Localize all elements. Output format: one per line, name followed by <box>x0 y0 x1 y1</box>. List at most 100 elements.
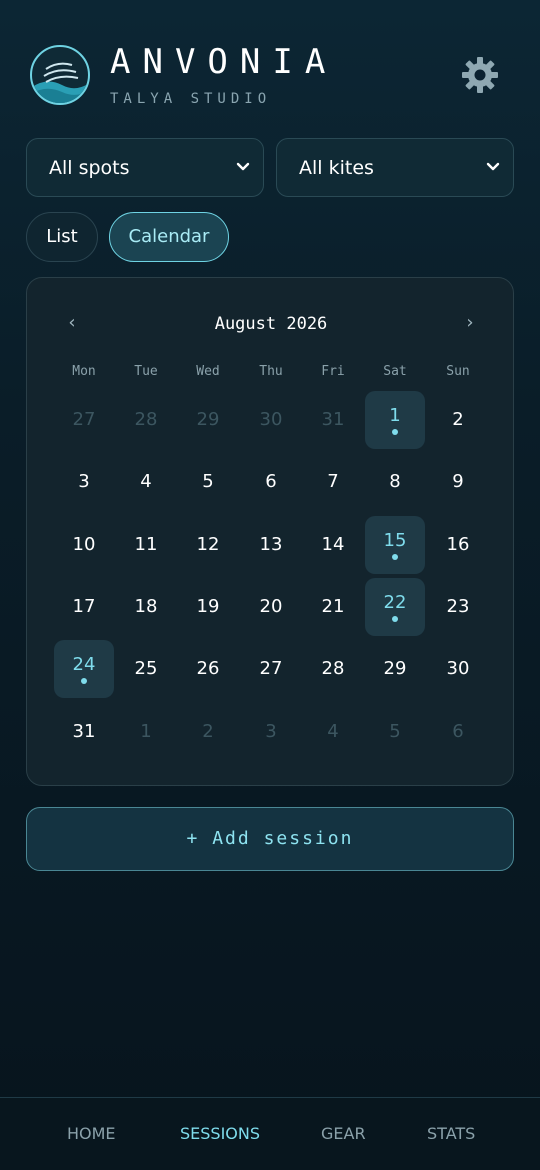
day-number: 2 <box>452 409 464 430</box>
calendar-day[interactable]: 26 <box>178 640 238 698</box>
calendar-day[interactable]: 27 <box>54 391 114 449</box>
day-number: 13 <box>259 534 283 555</box>
calendar-day[interactable]: 18 <box>116 578 176 636</box>
calendar-day[interactable]: 4 <box>116 453 176 511</box>
calendar-day[interactable]: 7 <box>303 453 363 511</box>
day-number: 21 <box>321 596 345 617</box>
day-number: 4 <box>327 721 339 742</box>
calendar-day[interactable]: 23 <box>428 578 488 636</box>
day-number: 11 <box>134 534 158 555</box>
next-month-button[interactable]: › <box>455 308 485 338</box>
day-number: 28 <box>134 409 158 430</box>
calendar-day[interactable]: 28 <box>303 640 363 698</box>
calendar-day[interactable]: 9 <box>428 453 488 511</box>
day-number: 30 <box>446 658 470 679</box>
calendar-day[interactable]: 6 <box>241 453 301 511</box>
day-number: 30 <box>259 409 283 430</box>
calendar-day[interactable]: 19 <box>178 578 238 636</box>
session-dot-icon <box>81 678 87 684</box>
nav-sessions[interactable]: SESSIONS <box>180 1124 260 1143</box>
day-number: 14 <box>321 534 345 555</box>
day-number: 4 <box>140 471 152 492</box>
nav-home[interactable]: HOME <box>67 1124 116 1143</box>
calendar-day[interactable]: 5 <box>178 453 238 511</box>
day-number: 9 <box>452 471 464 492</box>
calendar-day[interactable]: 4 <box>303 703 363 761</box>
day-number: 15 <box>383 530 407 551</box>
weekday-label: Tue <box>134 364 158 379</box>
day-number: 24 <box>72 654 96 675</box>
day-number: 5 <box>389 721 401 742</box>
calendar-day[interactable]: 29 <box>365 640 425 698</box>
session-dot-icon <box>392 554 398 560</box>
weekday-label: Wed <box>196 364 220 379</box>
day-number: 2 <box>202 721 214 742</box>
gear-icon[interactable] <box>460 55 500 95</box>
weekday-label: Thu <box>259 364 283 379</box>
calendar-day[interactable]: 17 <box>54 578 114 636</box>
day-number: 19 <box>196 596 220 617</box>
day-number: 16 <box>446 534 470 555</box>
chevron-down-icon <box>236 162 250 171</box>
day-number: 29 <box>383 658 407 679</box>
day-number: 17 <box>72 596 96 617</box>
calendar-day[interactable]: 12 <box>178 516 238 574</box>
calendar-day[interactable]: 25 <box>116 640 176 698</box>
calendar-day[interactable]: 2 <box>178 703 238 761</box>
kite-filter-select[interactable]: All kites <box>276 138 514 197</box>
calendar-day-with-session[interactable]: 22 <box>365 578 425 636</box>
day-number: 31 <box>321 409 345 430</box>
day-number: 18 <box>134 596 158 617</box>
logo-icon <box>30 45 90 105</box>
day-number: 12 <box>196 534 220 555</box>
weekday-label: Sun <box>446 364 470 379</box>
calendar-day-with-session[interactable]: 1 <box>365 391 425 449</box>
calendar-day[interactable]: 5 <box>365 703 425 761</box>
day-number: 28 <box>321 658 345 679</box>
calendar-day[interactable]: 27 <box>241 640 301 698</box>
nav-gear[interactable]: GEAR <box>321 1124 366 1143</box>
calendar-day[interactable]: 6 <box>428 703 488 761</box>
calendar-day[interactable]: 16 <box>428 516 488 574</box>
kite-filter-value: All kites <box>299 157 374 179</box>
day-number: 10 <box>72 534 96 555</box>
calendar-day[interactable]: 14 <box>303 516 363 574</box>
chevron-down-icon <box>486 162 500 171</box>
calendar-day[interactable]: 28 <box>116 391 176 449</box>
calendar-day[interactable]: 31 <box>303 391 363 449</box>
calendar-day[interactable]: 13 <box>241 516 301 574</box>
list-view-toggle[interactable]: List <box>26 212 98 262</box>
calendar-day[interactable]: 30 <box>428 640 488 698</box>
calendar-day[interactable]: 10 <box>54 516 114 574</box>
spot-filter-value: All spots <box>49 157 130 179</box>
day-number: 6 <box>452 721 464 742</box>
app-header: ANVONIA TALYA STUDIO <box>0 0 540 130</box>
calendar-day[interactable]: 2 <box>428 391 488 449</box>
day-number: 5 <box>202 471 214 492</box>
calendar-day[interactable]: 11 <box>116 516 176 574</box>
calendar-day[interactable]: 29 <box>178 391 238 449</box>
calendar-day[interactable]: 20 <box>241 578 301 636</box>
calendar-day[interactable]: 3 <box>241 703 301 761</box>
add-session-button[interactable]: + Add session <box>26 807 514 871</box>
calendar-day[interactable]: 3 <box>54 453 114 511</box>
calendar-day[interactable]: 21 <box>303 578 363 636</box>
calendar-view-toggle[interactable]: Calendar <box>109 212 229 262</box>
calendar-day[interactable]: 8 <box>365 453 425 511</box>
calendar-day-with-session[interactable]: 24 <box>54 640 114 698</box>
calendar-card: ‹ August 2026 › Mon Tue Wed Thu Fri Sat Sun 27… <box>26 277 514 786</box>
weekday-label: Sat <box>383 364 407 379</box>
session-dot-icon <box>392 616 398 622</box>
brand-subtitle: TALYA STUDIO <box>110 91 272 107</box>
calendar-day[interactable]: 31 <box>54 703 114 761</box>
day-number: 29 <box>196 409 220 430</box>
calendar-day[interactable]: 1 <box>116 703 176 761</box>
weekday-label: Mon <box>72 364 96 379</box>
day-number: 8 <box>389 471 401 492</box>
spot-filter-select[interactable]: All spots <box>26 138 264 197</box>
weekday-label: Fri <box>321 364 345 379</box>
calendar-day-with-session[interactable]: 15 <box>365 516 425 574</box>
day-number: 22 <box>383 592 407 613</box>
calendar-day[interactable]: 30 <box>241 391 301 449</box>
nav-stats[interactable]: STATS <box>427 1124 475 1143</box>
